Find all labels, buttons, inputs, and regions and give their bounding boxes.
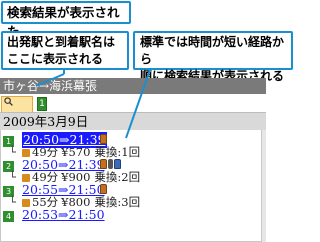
bus-icon	[114, 159, 121, 169]
date-bar: 2009年3月9日	[0, 112, 266, 130]
train-icon	[100, 159, 107, 169]
callout-right-line1: 標準では時間が短い経路から	[140, 35, 285, 66]
result-row[interactable]: 2 20:50⇒21:39 └ 49分 ¥900 乗換:2回	[1, 157, 263, 184]
result-row[interactable]: 1 20:50⇒21:39 └ 49分 ¥570 乗換:1回	[1, 132, 263, 159]
callout-results-shown: 検索結果が表示された	[1, 1, 131, 39]
duration-icon	[22, 174, 30, 182]
train-icon	[100, 134, 107, 144]
result-row[interactable]: 3 20:55⇒21:50 └ 55分 ¥800 乗換:3回	[1, 182, 263, 209]
tab-search[interactable]	[1, 96, 33, 112]
results-list: 1 20:50⇒21:39 └ 49分 ¥570 乗換:1回 2 20:50⇒21:39 └ 49…	[0, 130, 262, 242]
route-title-bar: 市ヶ谷→海浜幕張	[0, 78, 266, 94]
result-row[interactable]: 4 20:53⇒21:50	[1, 207, 263, 233]
transit-search-screen: 市ヶ谷→海浜幕張 1 2009年3月9日 1 20:50⇒21:39 └ 49分 ¥57…	[0, 78, 266, 242]
walk-icon	[108, 159, 113, 169]
tab-row: 1	[0, 95, 266, 112]
scrollbar[interactable]	[262, 130, 266, 242]
route-title: 市ヶ谷→海浜幕張	[3, 79, 98, 93]
callout-stations: 出発駅と到着駅名は ここに表示される	[1, 31, 129, 70]
result-time-link[interactable]: 20:53⇒21:50	[22, 207, 105, 223]
train-icon	[100, 184, 107, 194]
callout-left-line1: 出発駅と到着駅名は	[7, 35, 116, 49]
duration-icon	[22, 199, 30, 207]
search-icon	[4, 97, 13, 109]
result-number-badge: 4	[3, 211, 14, 222]
duration-icon	[22, 149, 30, 157]
tab-results-badge: 1	[39, 99, 45, 109]
search-date: 2009年3月9日	[3, 114, 89, 129]
callout-sort-order: 標準では時間が短い経路から 順に検索結果が表示される	[133, 31, 293, 83]
callout-left-line2: ここに表示される	[7, 52, 104, 66]
tab-results[interactable]: 1	[37, 97, 47, 111]
